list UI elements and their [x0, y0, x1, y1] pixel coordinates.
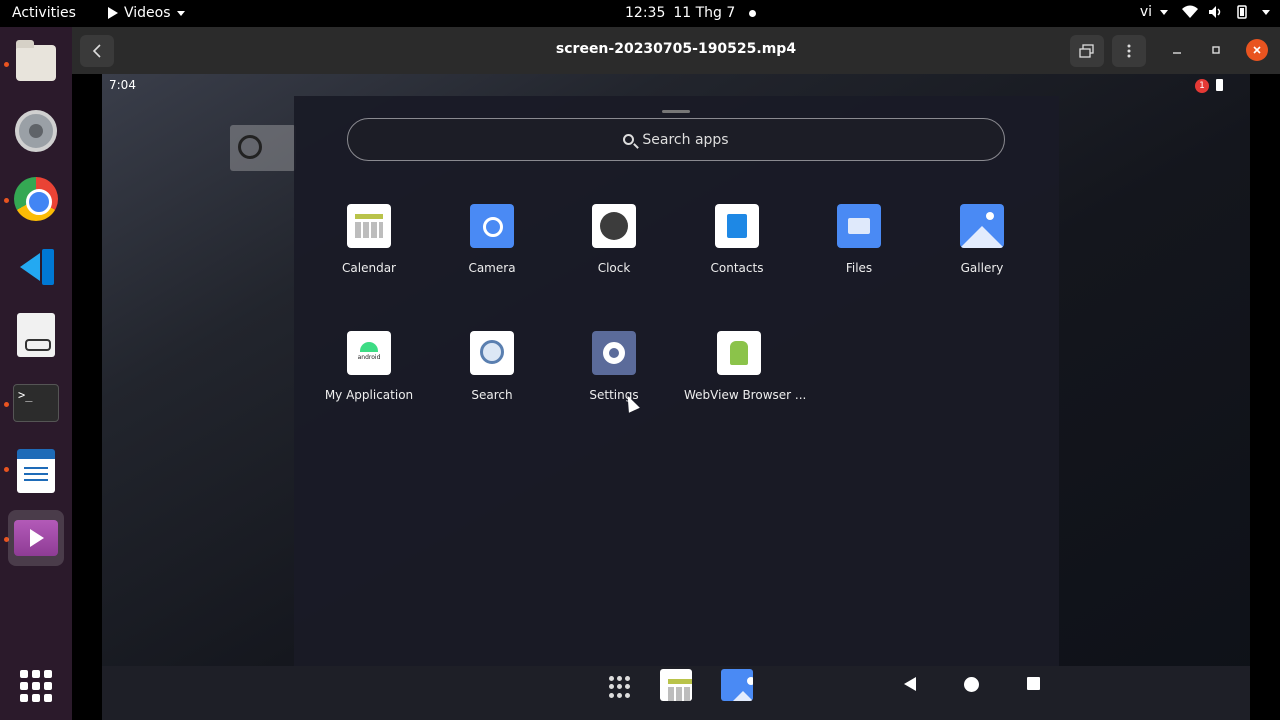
volume-icon [1209, 6, 1221, 18]
input-language-label: vi [1139, 4, 1152, 20]
back-nav-icon[interactable] [904, 677, 916, 691]
app-drawer: Search apps Calendar Camera Clock Contac… [294, 96, 1059, 666]
app-search[interactable]: Search [437, 331, 547, 402]
clock-date: 11 Thg 7 [673, 5, 736, 21]
search-apps-field[interactable]: Search apps [347, 118, 1005, 161]
taskbar-gallery-icon[interactable] [721, 669, 753, 701]
app-label: Clock [597, 261, 631, 275]
home-search-widget [230, 125, 296, 171]
gallery-icon [960, 204, 1004, 248]
files-icon [837, 204, 881, 248]
app-label: Files [845, 261, 873, 275]
search-icon [623, 134, 635, 145]
notification-dot-icon [749, 9, 757, 17]
app-label: Camera [468, 261, 516, 275]
app-label: WebView Browser ... [684, 388, 807, 402]
close-icon [1253, 46, 1261, 54]
notification-badge: 1 [1195, 79, 1209, 93]
app-menu-label: Videos [124, 5, 171, 21]
vscode-icon [16, 247, 56, 287]
chrome-icon [14, 177, 58, 221]
restore-window-icon [1079, 44, 1094, 58]
android-icon [347, 331, 391, 375]
all-apps-icon[interactable] [609, 676, 631, 698]
videos-icon [14, 520, 58, 556]
home-nav-icon[interactable] [964, 677, 979, 692]
app-label: Contacts [710, 261, 764, 275]
settings-icon [15, 110, 57, 152]
clock-icon [592, 204, 636, 248]
android-nav-bar [102, 666, 1250, 720]
app-camera[interactable]: Camera [437, 204, 547, 275]
dock-writer[interactable] [8, 443, 64, 499]
webview-icon [717, 331, 761, 375]
app-label: Calendar [342, 261, 396, 275]
app-my-application[interactable]: My Application [314, 331, 424, 402]
header-bar: screen-20230705-190525.mp4 [72, 27, 1280, 74]
app-contacts[interactable]: Contacts [682, 204, 792, 275]
dock: >_ [0, 27, 72, 720]
wifi-icon [1182, 5, 1198, 18]
clock-button[interactable]: 12:35 11 Thg 7 [625, 5, 757, 21]
menu-button[interactable] [1112, 35, 1146, 67]
document-viewer-icon [17, 313, 55, 357]
search-apps-placeholder: Search apps [642, 131, 729, 148]
maximize-button[interactable] [1205, 39, 1227, 61]
kebab-menu-icon [1127, 44, 1131, 58]
minimize-icon [1173, 52, 1181, 54]
contacts-icon [715, 204, 759, 248]
dock-videos[interactable] [8, 510, 64, 566]
app-settings[interactable]: Settings [559, 331, 669, 402]
app-label: Search [471, 388, 513, 402]
app-menu[interactable]: Videos [108, 5, 185, 21]
play-icon [108, 7, 118, 19]
gnome-top-bar: Activities Videos 12:35 11 Thg 7 vi [0, 0, 1280, 27]
chevron-down-icon [1262, 9, 1270, 15]
app-webview-browser[interactable]: WebView Browser ... [684, 331, 807, 402]
input-language-button[interactable]: vi [1140, 4, 1168, 20]
app-clock[interactable]: Clock [559, 204, 669, 275]
show-applications-icon[interactable] [20, 670, 52, 702]
app-label: Settings [589, 388, 639, 402]
android-screen[interactable]: 7:04 1 Search apps Calendar Camera Clock… [102, 74, 1250, 720]
terminal-icon: >_ [13, 384, 59, 422]
search-icon [470, 331, 514, 375]
taskbar-calendar-icon[interactable] [660, 669, 692, 701]
calendar-icon [347, 204, 391, 248]
activities-button[interactable]: Activities [12, 5, 76, 21]
app-label: My Application [324, 388, 414, 402]
maximize-icon [1212, 46, 1220, 54]
dock-files[interactable] [8, 35, 64, 91]
chevron-down-icon [176, 10, 185, 16]
system-menu[interactable] [1182, 5, 1270, 19]
minimize-button[interactable] [1166, 39, 1188, 61]
writer-icon [17, 449, 55, 493]
dock-terminal[interactable]: >_ [8, 375, 64, 431]
dock-settings[interactable] [8, 103, 64, 159]
app-files[interactable]: Files [804, 204, 914, 275]
drawer-handle[interactable] [662, 110, 690, 113]
android-battery-icon [1216, 79, 1223, 91]
dock-vscode[interactable] [8, 239, 64, 295]
dock-document-viewer[interactable] [8, 307, 64, 363]
fullscreen-button[interactable] [1070, 35, 1104, 67]
android-status-time: 7:04 [109, 78, 136, 92]
camera-icon [470, 204, 514, 248]
app-gallery[interactable]: Gallery [927, 204, 1037, 275]
battery-icon [1237, 5, 1247, 19]
files-icon [16, 40, 56, 81]
app-calendar[interactable]: Calendar [314, 204, 424, 275]
recents-nav-icon[interactable] [1027, 677, 1040, 690]
settings-gear-icon [592, 331, 636, 375]
dock-chrome[interactable] [8, 171, 64, 227]
app-label: Gallery [960, 261, 1004, 275]
close-button[interactable] [1246, 39, 1268, 61]
clock-time: 12:35 [625, 5, 666, 21]
chevron-down-icon [1160, 9, 1168, 15]
